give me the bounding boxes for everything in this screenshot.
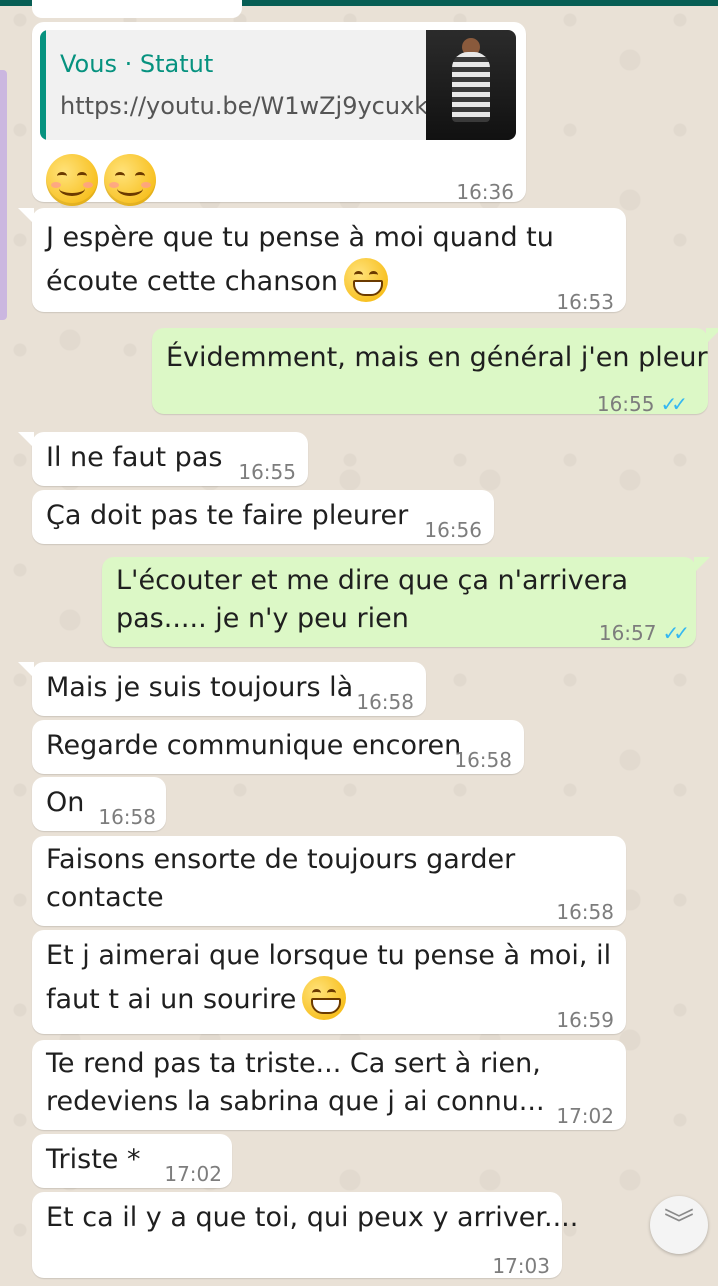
message-time: 17:03 (492, 1254, 550, 1278)
message-time: 16:36 (456, 180, 514, 204)
message-bubble[interactable]: Faisons ensorte de toujours garder conta… (32, 836, 626, 926)
message-text-line2: redeviens la sabrina que j ai connu... (46, 1086, 545, 1117)
message-time: 16:59 (556, 1008, 614, 1032)
grinning-emoji-icon (344, 257, 389, 302)
message-text: Évidemment, mais en général j'en pleur (166, 342, 708, 373)
status-reply-message[interactable]: Vous · Statut https://youtu.be/W1wZj9ycu… (32, 22, 526, 206)
message-bubble[interactable]: Te rend pas ta triste... Ca sert à rien,… (32, 1040, 626, 1130)
message-text-line2: écoute cette chanson (46, 257, 389, 302)
thumbnail-figure (452, 52, 490, 122)
message-text: Ça doit pas te faire pleurer (46, 500, 409, 531)
message-time: 16:56 (424, 518, 482, 542)
message-text-line2: faut t ai un sourire (46, 975, 347, 1020)
message-bubble[interactable]: Mais je suis toujours là 16:58 (18, 662, 426, 716)
message-bubble[interactable]: Triste * 17:02 (32, 1134, 232, 1188)
message-time: 16:58 (454, 748, 512, 772)
message-bubble[interactable]: Regarde communique encoren 16:58 (32, 720, 524, 774)
previous-message-edge (32, 0, 242, 18)
message-bubble-outgoing[interactable]: L'écouter et me dire que ça n'arrivera p… (102, 557, 710, 647)
message-text: L'écouter et me dire que ça n'arrivera (116, 565, 629, 596)
message-time: 17:02 (556, 1104, 614, 1128)
message-text: Triste * (46, 1144, 141, 1175)
message-time: 16:55 (238, 460, 296, 484)
grinning-emoji-icon (302, 975, 347, 1020)
quoted-status[interactable]: Vous · Statut https://youtu.be/W1wZj9ycu… (40, 30, 516, 140)
status-thumbnail (426, 30, 516, 140)
message-text: Il ne faut pas (46, 442, 223, 473)
message-bubble[interactable]: Ça doit pas te faire pleurer 16:56 (32, 490, 494, 544)
smiling-blush-emoji-icon (46, 154, 98, 206)
quoted-status-author: Vous · Statut (60, 50, 214, 78)
message-time: 16:53 (556, 290, 614, 314)
side-accent (0, 70, 7, 320)
message-time: 16:58 (356, 690, 414, 714)
message-bubble-outgoing[interactable]: Évidemment, mais en général j'en pleur 1… (152, 328, 718, 416)
message-bubble[interactable]: Et j aimerai que lorsque tu pense à moi,… (32, 930, 626, 1034)
message-text: On (46, 787, 85, 818)
message-time: 16:55 ✓✓ (596, 392, 688, 416)
message-time: 16:58 (556, 900, 614, 924)
message-bubble[interactable]: Et ca il y a que toi, qui peux y arriver… (32, 1192, 578, 1278)
message-time: 16:58 (98, 805, 156, 829)
message-bubble[interactable]: J espère que tu pense à moi quand tu éco… (18, 208, 626, 314)
message-text: Regarde communique encoren (46, 730, 462, 761)
quoted-status-link: https://youtu.be/W1wZj9ycuxk (60, 92, 429, 120)
message-text-line2: pas..... je n'y peu rien (116, 603, 409, 634)
message-text: Et ca il y a que toi, qui peux y arriver… (46, 1202, 579, 1233)
message-text: J espère que tu pense à moi quand tu (46, 222, 554, 253)
message-time: 17:02 (164, 1162, 222, 1186)
scroll-to-bottom-button[interactable]: ︾ (650, 1196, 708, 1254)
read-receipt-icon: ✓✓ (660, 392, 687, 416)
double-chevron-down-icon: ︾ (664, 1207, 694, 1242)
message-bubble[interactable]: On 16:58 (32, 777, 166, 831)
message-text: Faisons ensorte de toujours garder (46, 844, 516, 875)
message-text-line2: contacte (46, 882, 164, 913)
message-text: Et j aimerai que lorsque tu pense à moi,… (46, 940, 612, 971)
message-text: Mais je suis toujours là (46, 672, 354, 703)
message-time: 16:57 ✓✓ (598, 621, 690, 645)
read-receipt-icon: ✓✓ (662, 621, 689, 645)
message-text: Te rend pas ta triste... Ca sert à rien, (46, 1048, 541, 1079)
quote-accent-bar (40, 30, 46, 140)
message-bubble[interactable]: Il ne faut pas 16:55 (18, 432, 308, 486)
relieved-emoji-icon (104, 154, 156, 206)
